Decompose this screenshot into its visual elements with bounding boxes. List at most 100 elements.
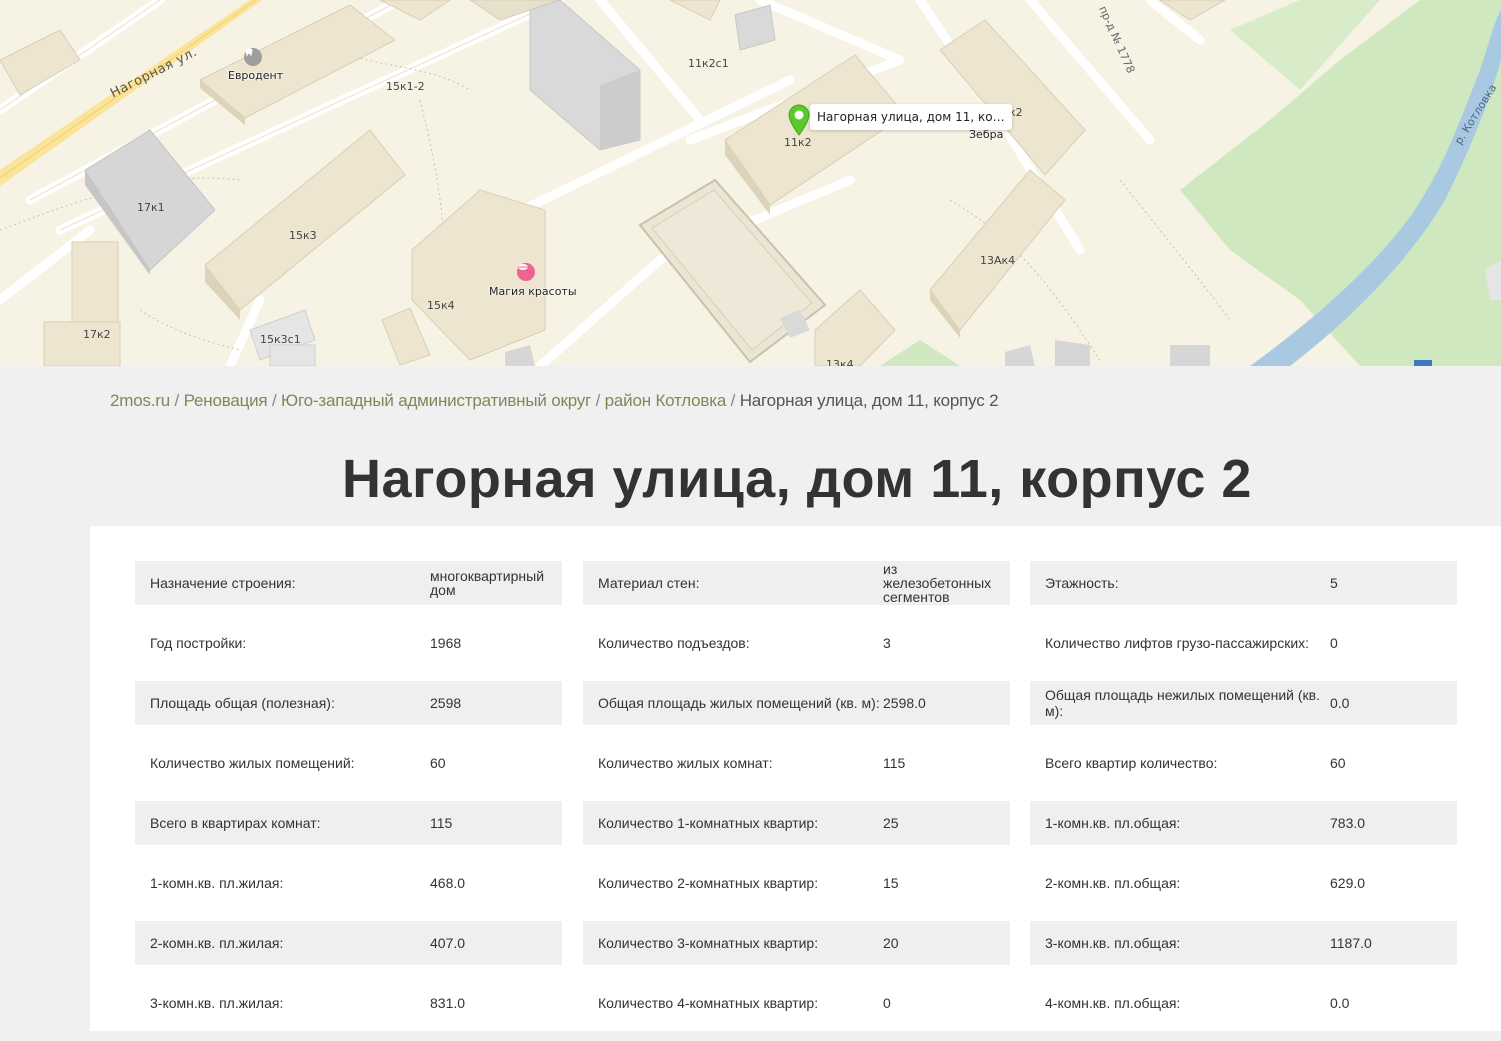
info-label: 3-комн.кв. пл.жилая: bbox=[150, 995, 284, 1011]
info-value: 0 bbox=[1330, 635, 1338, 651]
info-label: 4-комн.кв. пл.общая: bbox=[1045, 995, 1181, 1011]
info-column-3: Этажность: 5 Количество лифтов грузо-пасса… bbox=[1030, 561, 1457, 1041]
info-value: 0.0 bbox=[1330, 695, 1350, 711]
info-row: Год постройки: 1968 bbox=[135, 621, 562, 665]
breadcrumb-link-home[interactable]: 2mos.ru bbox=[110, 391, 170, 410]
building-label-15k1-2: 15к1-2 bbox=[386, 80, 425, 93]
info-row: Материал стен: из железобетонных сегменто… bbox=[583, 561, 1010, 605]
info-row: Количество 4-комнатных квартир: 0 bbox=[583, 981, 1010, 1025]
info-value: 1968 bbox=[430, 635, 462, 651]
breadcrumb-link-area[interactable]: район Котловка bbox=[605, 391, 727, 410]
building-label-15k3: 15к3 bbox=[289, 229, 317, 242]
info-row: Количество 1-комнатных квартир: 25 bbox=[583, 801, 1010, 845]
breadcrumb-separator: / bbox=[174, 391, 180, 410]
info-row: 2-комн.кв. пл.общая: 629.0 bbox=[1030, 861, 1457, 905]
lips-icon[interactable] bbox=[517, 263, 535, 281]
info-value: 15 bbox=[883, 875, 899, 891]
info-value: 1187.0 bbox=[1330, 935, 1372, 951]
info-label: Количество жилых помещений: bbox=[150, 755, 355, 771]
info-row: Всего в квартирах комнат: 115 bbox=[135, 801, 562, 845]
info-value: 115 bbox=[430, 815, 453, 831]
poi-label-evrodent[interactable]: Евродент bbox=[228, 69, 283, 82]
info-row: Площадь общая (полезная): 2598 bbox=[135, 681, 562, 725]
info-column-1: Назначение строения: многоквартирный дом Г… bbox=[135, 561, 562, 1041]
info-row: Всего квартир количество: 60 bbox=[1030, 741, 1457, 785]
info-value: 60 bbox=[430, 755, 446, 771]
info-value: 115 bbox=[883, 755, 906, 771]
info-row: Количество 3-комнатных квартир: 20 bbox=[583, 921, 1010, 965]
info-label: Назначение строения: bbox=[150, 575, 296, 591]
info-value: 25 bbox=[883, 815, 899, 831]
info-value: многоквартирный дом bbox=[430, 568, 545, 598]
info-label: 2-комн.кв. пл.жилая: bbox=[150, 935, 284, 951]
map[interactable]: Нагорная ул. пр-д № 1778 р. Котловка 15к… bbox=[0, 0, 1501, 366]
info-label: Общая площадь жилых помещений (кв. м): bbox=[598, 695, 880, 711]
info-value: 831.0 bbox=[430, 995, 466, 1011]
marker-label[interactable]: Нагорная улица, дом 11, корпус 2 bbox=[810, 104, 1012, 130]
info-row: 1-комн.кв. пл.общая: 783.0 bbox=[1030, 801, 1457, 845]
building-label-13ak4: 13Ак4 bbox=[980, 254, 1016, 267]
building-info-card: Назначение строения: многоквартирный дом Г… bbox=[90, 526, 1501, 1031]
info-label: Количество 4-комнатных квартир: bbox=[598, 995, 819, 1011]
building-label-17k2: 17к2 bbox=[83, 328, 111, 341]
info-label: Количество подъездов: bbox=[598, 635, 750, 651]
info-label: Всего в квартирах комнат: bbox=[150, 815, 321, 831]
page-title: Нагорная улица, дом 11, корпус 2 bbox=[342, 449, 1252, 509]
info-value: 20 bbox=[883, 935, 899, 951]
info-label: 3-комн.кв. пл.общая: bbox=[1045, 935, 1181, 951]
info-value: 60 bbox=[1330, 755, 1346, 771]
info-label: Площадь общая (полезная): bbox=[150, 695, 335, 711]
info-label: Количество 1-комнатных квартир: bbox=[598, 815, 819, 831]
info-row: Количество жилых комнат: 115 bbox=[583, 741, 1010, 785]
breadcrumb: 2mos.ru / Реновация / Юго-западный админ… bbox=[110, 391, 999, 411]
info-row: Общая площадь нежилых помещений (кв. м):… bbox=[1030, 681, 1457, 725]
building-label-15k3s1: 15к3с1 bbox=[260, 333, 301, 346]
info-label: Количество лифтов грузо-пассажирских: bbox=[1045, 635, 1310, 651]
info-label: Всего квартир количество: bbox=[1045, 755, 1218, 771]
info-value: 2598 bbox=[430, 695, 462, 711]
breadcrumb-separator: / bbox=[730, 391, 736, 410]
info-label: 1-комн.кв. пл.жилая: bbox=[150, 875, 284, 891]
info-value: 783.0 bbox=[1330, 815, 1366, 831]
building-label-13k4: 13к4 bbox=[826, 358, 854, 366]
breadcrumb-separator: / bbox=[271, 391, 277, 410]
info-label: 1-комн.кв. пл.общая: bbox=[1045, 815, 1181, 831]
building-label-15k4: 15к4 bbox=[427, 299, 455, 312]
info-label: Общая площадь нежилых помещений (кв. м): bbox=[1045, 687, 1321, 719]
building-label-11k2s1: 11к2с1 bbox=[688, 57, 729, 70]
info-row: Количество лифтов грузо-пассажирских: 0 bbox=[1030, 621, 1457, 665]
breadcrumb-link-district[interactable]: Юго-западный административный округ bbox=[281, 391, 591, 410]
info-row: 4-комн.кв. пл.общая: 0.0 bbox=[1030, 981, 1457, 1025]
info-value: 5 bbox=[1330, 575, 1338, 591]
info-row: 1-комн.кв. пл.жилая: 468.0 bbox=[135, 861, 562, 905]
info-row: Общая площадь жилых помещений (кв. м): 25… bbox=[583, 681, 1010, 725]
info-label: 2-комн.кв. пл.общая: bbox=[1045, 875, 1181, 891]
info-value: 2598.0 bbox=[883, 695, 926, 711]
info-row: Количество жилых помещений: 60 bbox=[135, 741, 562, 785]
info-row: Назначение строения: многоквартирный дом bbox=[135, 561, 562, 605]
info-value: 407.0 bbox=[430, 935, 466, 951]
info-value: 0.0 bbox=[1330, 995, 1350, 1011]
info-row: 2-комн.кв. пл.жилая: 407.0 bbox=[135, 921, 562, 965]
map-canvas[interactable] bbox=[0, 0, 1501, 366]
info-value: 629.0 bbox=[1330, 875, 1366, 891]
breadcrumb-current: Нагорная улица, дом 11, корпус 2 bbox=[739, 391, 999, 410]
info-label: Количество 2-комнатных квартир: bbox=[598, 875, 819, 891]
breadcrumb-link-renovation[interactable]: Реновация bbox=[184, 391, 268, 410]
info-label: Количество 3-комнатных квартир: bbox=[598, 935, 819, 951]
info-label: Этажность: bbox=[1045, 575, 1119, 591]
info-label: Материал стен: bbox=[598, 575, 700, 591]
breadcrumb-separator: / bbox=[595, 391, 601, 410]
info-row: Этажность: 5 bbox=[1030, 561, 1457, 605]
info-value: 3 bbox=[883, 635, 891, 651]
building-label-11k2: 11к2 bbox=[784, 136, 812, 149]
info-value: из железобетонных сегментов bbox=[883, 561, 992, 605]
info-row: 3-комн.кв. пл.общая: 1187.0 bbox=[1030, 921, 1457, 965]
info-column-2: Материал стен: из железобетонных сегменто… bbox=[583, 561, 1010, 1041]
building-label-17k1: 17к1 bbox=[137, 201, 165, 214]
poi-label-magiya-krasoty[interactable]: Магия красоты bbox=[489, 285, 577, 298]
tooth-icon[interactable] bbox=[244, 48, 262, 66]
info-label: Количество жилых комнат: bbox=[598, 755, 773, 771]
info-value: 468.0 bbox=[430, 875, 466, 891]
info-row: Количество 2-комнатных квартир: 15 bbox=[583, 861, 1010, 905]
